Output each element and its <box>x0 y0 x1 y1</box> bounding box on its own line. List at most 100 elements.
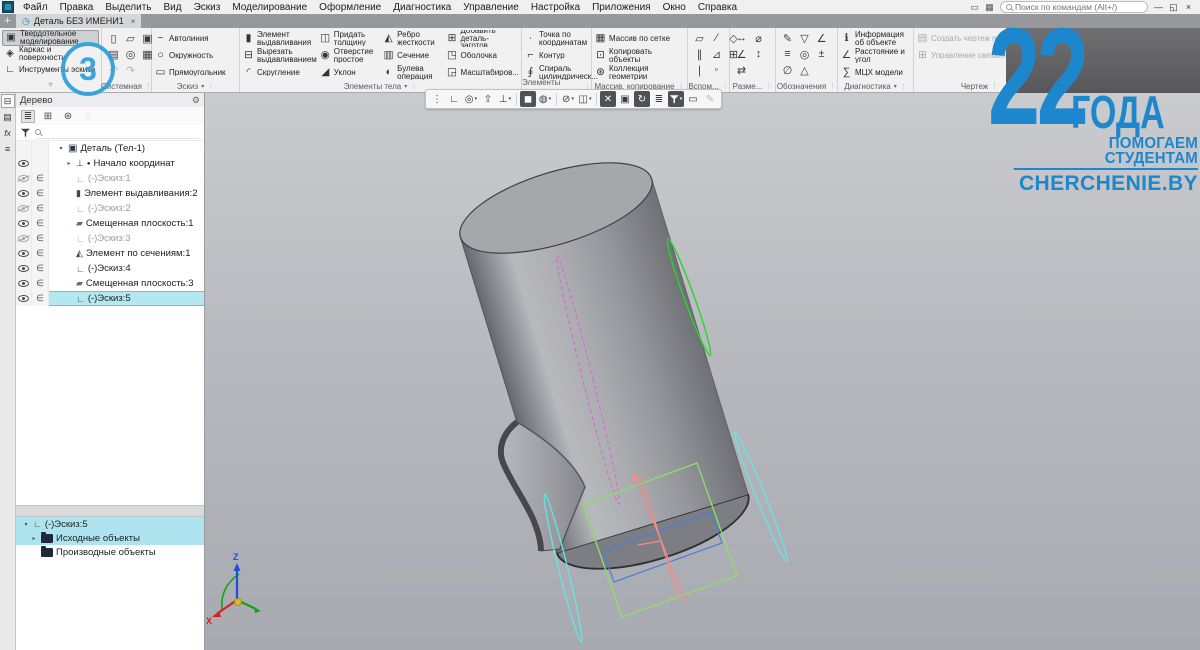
tree-item[interactable]: ∈∟(-)Эскиз:3 <box>16 231 204 246</box>
menu-item[interactable]: Выделить <box>99 2 157 13</box>
tree-item[interactable]: ▾▣Деталь (Тел-1) <box>16 141 204 156</box>
tree-sequence-icon[interactable]: ⊞ <box>41 111 55 122</box>
dim-vertical-icon[interactable]: ↕ <box>751 46 766 62</box>
group-expand-icon[interactable]: ⋮ <box>765 82 772 90</box>
simple-hole-button[interactable]: ◉Отверстие простое <box>319 47 380 64</box>
geometry-collection-button[interactable]: ⊛Коллекция геометрии <box>594 64 685 81</box>
filter-icon[interactable] <box>21 128 30 137</box>
preview-icon[interactable]: ◎ <box>123 46 138 62</box>
sketch-mode-icon[interactable]: ∟ <box>446 91 462 107</box>
extrude-button[interactable]: ▮Элемент выдавливания <box>242 30 317 47</box>
orientation-icon[interactable]: ⇧ <box>480 91 496 107</box>
restore-icon[interactable]: ◱ <box>1166 2 1181 13</box>
orientation-triad[interactable]: Z X <box>206 552 261 626</box>
aux-segment-icon[interactable]: ∣ <box>692 62 707 78</box>
tree-item[interactable]: ▸⊥●Начало координат <box>16 156 204 171</box>
eye-icon[interactable] <box>18 190 29 197</box>
display-mode-icon[interactable]: ◍▾ <box>537 91 553 107</box>
grid-array-button[interactable]: ▦Массив по сетке <box>594 30 685 47</box>
group-expand-icon[interactable]: ⋮ <box>207 83 214 91</box>
group-expand-icon[interactable]: ⋮ <box>900 83 907 91</box>
contour-button[interactable]: ⌐Контур <box>524 47 598 64</box>
shaded-view-icon[interactable]: ◼ <box>520 91 536 107</box>
empty-set-icon[interactable]: ∅ <box>780 62 795 78</box>
menu-item[interactable]: Вид <box>158 2 188 13</box>
copy-objects-button[interactable]: ⊡Копировать объекты <box>594 47 685 64</box>
expander-icon[interactable]: ▸ <box>30 535 38 542</box>
parameters-panel-icon[interactable]: ▤ <box>1 110 15 124</box>
eye-icon[interactable] <box>18 160 29 167</box>
menu-item[interactable]: Оформление <box>313 2 387 13</box>
new-tab-button[interactable]: + <box>0 14 15 28</box>
frame-icon[interactable]: ▭ <box>685 91 701 107</box>
mass-properties-button[interactable]: ∑МЦХ модели <box>840 64 911 81</box>
cut-extrude-button[interactable]: ⊟Вырезать выдавливанием <box>242 47 317 64</box>
rib-button[interactable]: ◭Ребро жесткости <box>382 30 443 47</box>
angle-note-icon[interactable]: ∠ <box>814 30 829 46</box>
object-info-button[interactable]: ℹИнформация об объекте <box>840 30 911 47</box>
leader-icon[interactable]: ≡ <box>780 46 795 62</box>
tree-item[interactable]: ∈▰Смещенная плоскость:1 <box>16 216 204 231</box>
eye-icon[interactable] <box>18 295 29 302</box>
section-button[interactable]: ▥Сечение <box>382 47 443 64</box>
menu-item[interactable]: Управление <box>457 2 525 13</box>
distance-and-angle-button[interactable]: ∠Расстояние и угол <box>840 47 911 64</box>
tree-structure-icon[interactable]: ≣ <box>21 110 35 123</box>
tree-item[interactable]: ∈▰Смещенная плоскость:3 <box>16 276 204 291</box>
menu-item[interactable]: Правка <box>54 2 100 13</box>
boolean-button[interactable]: ◐Булева операция <box>382 64 443 81</box>
eye-icon[interactable] <box>18 250 29 257</box>
group-dropdown-icon[interactable]: ▾ <box>201 83 204 90</box>
tolerance-icon[interactable]: ± <box>814 46 829 62</box>
group-expand-icon[interactable]: ⋮ <box>829 82 836 90</box>
rebuild-icon[interactable]: ↻ <box>634 91 650 107</box>
variables-panel-icon[interactable]: fx <box>1 126 15 140</box>
tree-item[interactable]: ∈∟(-)Эскиз:4 <box>16 261 204 276</box>
tree-search-input[interactable] <box>35 127 199 139</box>
scale-button[interactable]: ◲Масштабиров... <box>445 64 519 81</box>
aux-dot-icon[interactable]: ◦ <box>709 62 724 78</box>
add-stock-part-button[interactable]: ⊞Добавить деталь-заготов... <box>445 30 519 47</box>
menu-item[interactable]: Окно <box>657 2 692 13</box>
expander-icon[interactable]: ▸ <box>65 160 73 167</box>
thicken-button[interactable]: ◫Придать толщину <box>319 30 380 47</box>
circle-button[interactable]: ○Окружность <box>154 47 237 64</box>
panel-splitter[interactable] <box>16 505 204 517</box>
draft-button[interactable]: ◢Уклон <box>319 64 380 81</box>
box-mode-icon[interactable]: ▣ <box>617 91 633 107</box>
group-expand-icon[interactable]: ⋮ <box>722 82 729 90</box>
objects-row[interactable]: Производные объекты <box>16 545 204 559</box>
dim-angle-icon[interactable]: ∠ <box>734 46 749 62</box>
autoline-button[interactable]: ~Автолиния <box>154 30 237 47</box>
group-expand-icon[interactable]: ⋮ <box>145 82 152 90</box>
eye-off-icon[interactable] <box>18 235 29 242</box>
document-tab[interactable]: ◷ Деталь БЕЗ ИМЕНИ1 × <box>16 14 141 28</box>
open-icon[interactable]: ▱ <box>123 30 138 46</box>
point-by-coordinates-button[interactable]: ∙Точка по координатам <box>524 30 598 47</box>
eye-off-icon[interactable] <box>18 175 29 182</box>
tree-item[interactable]: ∈∟(-)Эскиз:2 <box>16 201 204 216</box>
sketch-panel-header[interactable]: ▾∟(-)Эскиз:5 <box>16 517 204 531</box>
tree-item[interactable]: ∈▮Элемент выдавливания:2 <box>16 186 204 201</box>
menu-item[interactable]: Настройка <box>525 2 586 13</box>
cylinder-body[interactable] <box>450 144 759 587</box>
eye-icon[interactable] <box>18 280 29 287</box>
aux-axis-icon[interactable]: ∕ <box>709 30 724 46</box>
fillet-button[interactable]: ◜Скругление <box>242 64 317 81</box>
app-icon[interactable] <box>2 1 14 13</box>
datum-icon[interactable]: ▽ <box>797 30 812 46</box>
minimize-icon[interactable]: — <box>1151 2 1166 13</box>
gear-icon[interactable]: ⚙ <box>192 95 200 106</box>
coordinate-axes-icon[interactable]: ⊥▾ <box>497 91 513 107</box>
dim-linear-icon[interactable]: ↔ <box>734 30 749 46</box>
menu-item[interactable]: Приложения <box>586 2 657 13</box>
aux-angle-icon[interactable]: ⊿ <box>709 46 724 62</box>
target-icon[interactable]: ◎ <box>797 46 812 62</box>
tree-item[interactable]: ∈◭Элемент по сечениям:1 <box>16 246 204 261</box>
menu-item[interactable]: Эскиз <box>188 2 227 13</box>
move-measure-icon[interactable]: ✕ <box>600 91 616 107</box>
aux-plane-icon[interactable]: ▱ <box>692 30 707 46</box>
toolbar-grip[interactable]: ⋮ <box>429 91 445 107</box>
aux-parallel-icon[interactable]: ∥ <box>692 46 707 62</box>
tree-item[interactable]: ∈∟(-)Эскиз:1 <box>16 171 204 186</box>
